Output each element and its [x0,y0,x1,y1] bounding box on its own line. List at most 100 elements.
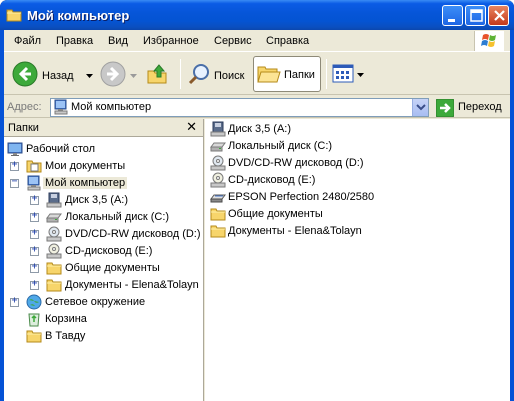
menu-help[interactable]: Справка [266,35,309,47]
tree-item-label: Локальный диск (C:) [65,211,170,223]
frame-border-right [510,30,514,401]
up-folder-button[interactable] [144,57,174,91]
views-icon [332,64,354,83]
floppy-drive-icon [46,192,62,208]
chevron-down-icon[interactable] [86,74,94,80]
tree-item-label: Документы - Elena&Tolayn [65,279,199,291]
folders-label: Папки [284,69,315,81]
menu-bar: Файл Правка Вид Избранное Сервис Справка [4,30,510,52]
file-item-label: DVD/CD-RW дисковод (D:) [228,157,364,169]
file-list-pane: Диск 3,5 (A:) Локальный диск (C:) DVD/CD… [205,119,510,401]
search-button[interactable]: Поиск [186,57,248,91]
tree-item-label: Мой компьютер [43,177,128,189]
close-icon[interactable]: ✕ [186,120,197,135]
explorer-window: Мой компьютер Файл Правка Вид Избранное … [0,0,514,401]
views-button[interactable] [332,57,366,91]
hard-drive-icon [46,213,62,223]
title-bar[interactable]: Мой компьютер [0,0,514,30]
tree-item-label: Диск 3,5 (A:) [65,194,129,206]
back-button[interactable]: Назад [10,57,94,91]
folder-pane-header: Папки ✕ [4,119,203,137]
window-title: Мой компьютер [27,8,130,23]
expand-button[interactable]: + [30,261,39,273]
expand-button[interactable]: + [30,210,39,222]
scanner-icon [210,194,226,203]
file-item-label: Документы - Elena&Tolayn [228,225,362,237]
tree-item-label: DVD/CD-RW дисковод (D:) [65,228,201,240]
expand-button[interactable]: + [30,193,39,205]
tree-item-label: В Тавду [45,330,86,342]
menu-view[interactable]: Вид [108,35,128,47]
back-arrow-icon [12,61,38,87]
address-input[interactable]: Мой компьютер [50,98,429,117]
file-item-label: Диск 3,5 (A:) [228,123,292,135]
expand-button[interactable]: + [10,295,19,307]
folder-icon [26,330,42,343]
maximize-button[interactable] [465,5,486,26]
toolbar-separator [326,59,327,89]
minimize-button[interactable] [442,5,463,26]
file-item-label: CD-дисковод (E:) [228,174,316,186]
expand-button[interactable]: + [30,244,39,256]
go-arrow-icon [435,98,455,118]
address-dropdown-button[interactable] [412,99,428,116]
file-item-label: Общие документы [228,208,323,220]
search-icon [188,64,209,85]
hard-drive-icon [210,142,226,152]
collapse-button[interactable]: − [10,176,19,188]
go-label: Переход [458,101,502,113]
window-body: Файл Правка Вид Избранное Сервис Справка [4,30,510,401]
dvd-drive-icon [210,155,226,171]
my-documents-icon [26,160,42,173]
folder-icon [210,225,226,238]
menu-edit[interactable]: Правка [56,35,93,47]
folder-icon [210,208,226,221]
menu-tools[interactable]: Сервис [214,35,252,47]
recycle-bin-icon [28,313,40,327]
close-button[interactable] [488,5,509,26]
cd-drive-icon [46,243,62,259]
toolbar-separator [180,59,181,89]
network-icon [26,294,42,310]
floppy-drive-icon [210,121,226,137]
address-bar: Адрес: Мой компьютер Переход [4,96,510,118]
go-button[interactable]: Переход [435,98,502,118]
folder-icon [6,9,22,22]
dvd-drive-icon [46,226,62,242]
maximize-icon [470,9,483,22]
file-item-label: EPSON Perfection 2480/2580 [228,191,375,203]
my-computer-icon [54,99,68,115]
address-label: Адрес: [7,101,42,113]
windows-logo-icon [474,31,504,51]
back-label: Назад [42,70,74,82]
tree-item-label: CD-дисковод (E:) [65,245,153,257]
tree-item-label: Общие документы [65,262,160,274]
menu-file[interactable]: Файл [14,35,41,47]
desktop-icon [7,142,23,156]
folder-icon [46,262,62,275]
chevron-down-icon[interactable] [130,74,138,80]
up-folder-icon [147,64,167,84]
my-computer-icon [27,175,41,191]
expand-button[interactable]: + [30,227,39,239]
folder-icon [46,279,62,292]
folder-pane-title: Папки [8,122,39,134]
tree-item-label: Корзина [45,313,87,325]
menu-favorites[interactable]: Избранное [143,35,199,47]
folders-button[interactable]: Папки [253,56,321,92]
expand-button[interactable]: + [10,159,19,171]
forward-button[interactable] [98,57,138,91]
address-value: Мой компьютер [71,101,152,113]
cd-drive-icon [210,172,226,188]
chevron-down-icon[interactable] [357,73,365,79]
tree-item-label: Рабочий стол [26,143,96,155]
forward-arrow-icon [100,61,126,87]
file-item-label: Локальный диск (C:) [228,140,333,152]
close-icon [494,10,505,21]
folder-tree-pane: Папки ✕ Рабочий стол + Мои документы − М… [4,119,204,401]
expand-button[interactable]: + [30,278,39,290]
toolbar: Назад Поиск Папки [4,53,510,95]
tree-item-label: Сетевое окружение [45,296,146,308]
search-label: Поиск [214,70,245,82]
minimize-icon [448,19,455,22]
